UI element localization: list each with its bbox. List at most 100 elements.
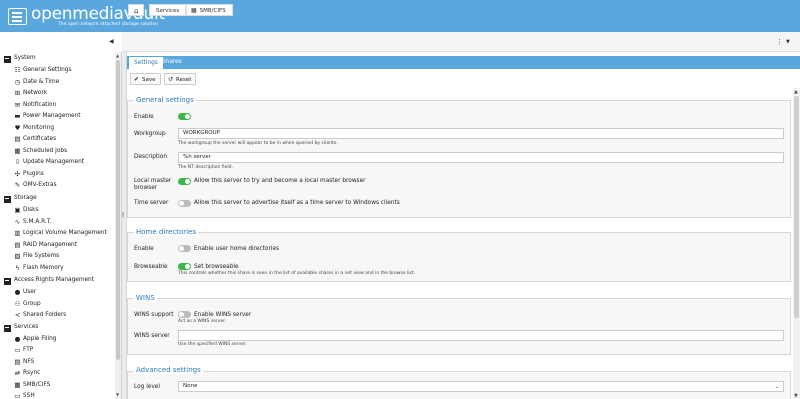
download-icon: ⇩ <box>14 158 21 166</box>
home-enable-label: Enable <box>134 246 154 252</box>
enable-toggle[interactable] <box>178 113 191 120</box>
puzzle-icon: ✣ <box>14 169 21 178</box>
wins-support-toggle[interactable] <box>178 311 191 318</box>
sidebar-item-label: Shared Folders <box>23 312 67 318</box>
local-master-label-line2: browser <box>134 185 158 191</box>
description-hint: The NT description field. <box>178 165 233 170</box>
logo-icon <box>8 8 27 25</box>
user-icon: ● <box>14 288 21 296</box>
local-master-label-line1: Local master <box>134 178 172 184</box>
scroll-down-icon[interactable]: ▼ <box>794 393 798 399</box>
browseable-label: Browseable <box>134 264 168 270</box>
sidebar-item-label: Flash Memory <box>23 264 64 271</box>
network-icon: ⊞ <box>14 89 21 97</box>
scroll-up-icon[interactable]: ▲ <box>794 89 798 95</box>
certificate-icon: ▤ <box>14 135 21 143</box>
scroll-down-icon[interactable]: ▼ <box>116 392 119 397</box>
layers-icon: ▥ <box>14 229 21 237</box>
wins-support-text: Enable WINS server <box>194 312 252 318</box>
battery-icon: ▬ <box>14 112 21 120</box>
sidebar-item-label: RAID Management <box>23 241 77 248</box>
browseable-text: Set browseable <box>194 264 239 270</box>
collapse-icon <box>4 324 11 332</box>
windows-icon: ▦ <box>191 7 197 14</box>
sidebar-group-label: Access Rights Management <box>14 277 95 283</box>
collapse-icon <box>4 277 11 285</box>
sidebar-item-label: Rsync <box>23 370 41 376</box>
local-master-toggle[interactable] <box>178 178 191 185</box>
wrench-icon: ✎ <box>14 181 21 189</box>
sidebar-item-label: Disks <box>23 207 39 213</box>
workgroup-field[interactable]: WORKGROUP <box>178 128 784 139</box>
app-header: openmediavault The open network attached… <box>0 0 800 32</box>
kebab-menu-icon[interactable]: ⋮ <box>776 38 783 46</box>
bolt-icon: ϟ <box>15 263 20 272</box>
collapse-icon <box>4 195 11 203</box>
app-name: openmediavault <box>31 4 165 24</box>
sidebar-item-label: Plugins <box>23 170 44 177</box>
check-icon: ✔ <box>134 76 140 83</box>
wins-legend: WINS <box>134 294 157 302</box>
local-master-text: Allow this server to try and become a lo… <box>194 178 366 184</box>
sidebar-item-label: S.M.A.R.T. <box>23 218 52 225</box>
browseable-hint: This controls whether this share is seen… <box>178 271 416 276</box>
save-button[interactable]: ✔ Save <box>130 73 161 85</box>
sliders-icon: ☷ <box>14 66 21 74</box>
users-icon: ⚇ <box>14 299 21 308</box>
chevron-down-icon[interactable]: ⌄ <box>775 384 779 390</box>
advanced-settings-legend: Advanced settings <box>134 366 203 374</box>
breadcrumb-item-smb[interactable]: ▦ SMB/CIFS <box>186 4 233 16</box>
wins-server-hint: Use the specified WINS server. <box>178 342 247 347</box>
chevron-left-icon[interactable]: ◀ <box>109 38 114 45</box>
sidebar-item-label: Update Management <box>23 159 85 165</box>
windows-icon: ▦ <box>14 380 21 389</box>
tab-bar <box>127 56 800 69</box>
sidebar-item-label: Logical Volume Management <box>23 230 107 236</box>
sidebar-item-label: Certificates <box>23 136 57 142</box>
breadcrumb-item-services[interactable]: Services <box>149 4 187 16</box>
time-server-text: Allow this server to advertise itself as… <box>194 200 400 206</box>
undo-icon: ↺ <box>168 76 174 83</box>
browseable-toggle[interactable] <box>178 263 191 270</box>
sidebar-item-label: SSH <box>23 393 35 399</box>
sidebar-item-label: Date & Time <box>23 78 60 85</box>
app-tagline: The open network attached storage soluti… <box>58 22 158 27</box>
splitter-handle-icon[interactable]: ‖ <box>122 212 125 218</box>
tab-shares[interactable]: Shares <box>157 56 187 69</box>
wins-support-label: WINS support <box>134 312 174 318</box>
sidebar-item-label: SMB/CIFS <box>23 381 51 388</box>
wins-server-field[interactable] <box>178 330 784 341</box>
time-server-toggle[interactable] <box>178 200 191 207</box>
sidebar-item-label: Power Management <box>23 113 81 119</box>
scroll-up-icon[interactable]: ▲ <box>116 53 119 58</box>
home-enable-toggle[interactable] <box>178 245 191 252</box>
sidebar-item-label: Notification <box>23 101 57 108</box>
sidebar-item-label: Network <box>23 90 48 96</box>
calendar-icon: ▦ <box>14 146 21 155</box>
sidebar-item-label: Apple Filing <box>23 335 57 342</box>
workgroup-hint: The workgroup the server will appear to … <box>178 141 338 146</box>
reset-button[interactable]: ↺ Reset <box>164 73 197 85</box>
sidebar-scroll-thumb[interactable] <box>116 60 120 360</box>
sidebar-item-label: File Systems <box>23 253 60 259</box>
sidebar-item-label: User <box>23 289 37 295</box>
collapse-icon <box>4 55 11 63</box>
description-field[interactable]: %h server <box>178 152 784 163</box>
pulse-icon: ∿ <box>14 217 21 226</box>
reset-button-label: Reset <box>176 77 192 83</box>
save-button-label: Save <box>142 77 156 83</box>
log-level-label: Log level <box>134 384 160 390</box>
home-icon[interactable]: ⌂ <box>128 4 145 16</box>
sidebar-item-label: Monitoring <box>23 124 54 131</box>
content-scroll-thumb[interactable] <box>794 96 799 318</box>
breadcrumb-item-smb-label: SMB/CIFS <box>199 8 226 14</box>
clock-icon: ◷ <box>14 77 21 86</box>
sidebar-group-label: Storage <box>14 195 37 201</box>
sidebar-item-label: Group <box>23 300 41 307</box>
sidebar-item-label: FTP <box>23 347 34 353</box>
terminal-icon: ▭ <box>14 392 21 399</box>
log-level-select[interactable]: None <box>178 381 784 392</box>
home-enable-text: Enable user home directories <box>194 246 280 252</box>
workgroup-label: Workgroup <box>134 131 166 137</box>
chevron-down-icon[interactable]: ▼ <box>786 39 790 45</box>
